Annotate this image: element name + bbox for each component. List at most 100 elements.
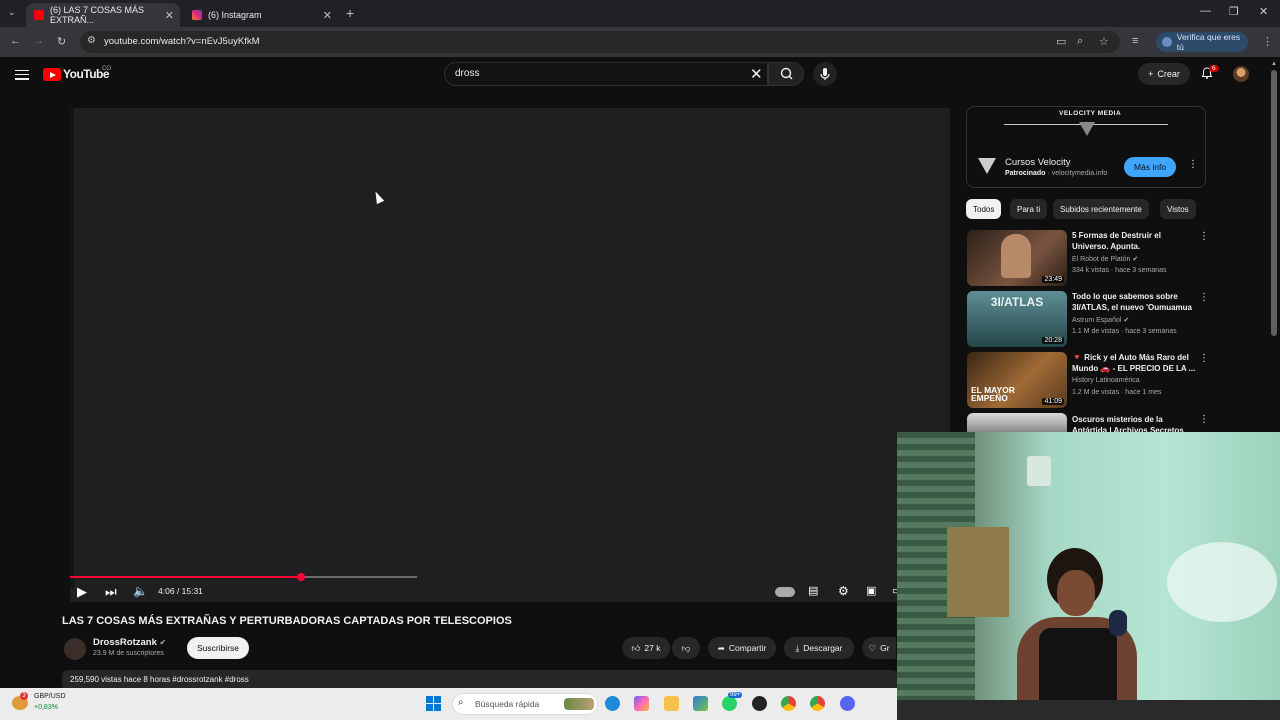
settings-gear-icon[interactable]: ⚙: [838, 584, 849, 598]
hamburger-menu-icon[interactable]: [15, 67, 29, 82]
verified-check-icon: ✔: [1123, 317, 1130, 324]
recommendation-more-icon[interactable]: ⋮: [1199, 231, 1209, 242]
search-button[interactable]: [768, 62, 804, 86]
play-icon[interactable]: ▶: [77, 584, 87, 600]
next-video-icon[interactable]: ⏭: [105, 584, 117, 600]
windows-start-icon[interactable]: [426, 696, 441, 711]
page-scrollbar[interactable]: [1271, 70, 1277, 336]
thanks-button[interactable]: ♡ Gr: [862, 637, 896, 659]
install-app-icon[interactable]: ▭: [1056, 35, 1066, 48]
youtube-logo-icon[interactable]: [43, 68, 61, 81]
stock-label[interactable]: GBP/USD: [34, 693, 66, 700]
video-description-box[interactable]: 259,590 vistas hace 8 horas #drossrotzan…: [62, 670, 898, 690]
progress-played[interactable]: [70, 576, 301, 578]
file-explorer-icon[interactable]: [664, 696, 679, 711]
recommendation-title[interactable]: Todo lo que sabemos sobre 3I/ATLAS, el n…: [1072, 291, 1196, 313]
recommendation-thumbnail[interactable]: 23:49: [967, 230, 1067, 286]
recommendation-title[interactable]: 🔻 Rick y el Auto Más Raro del Mundo 🚗 - …: [1072, 352, 1196, 374]
recommendation-channel[interactable]: Astrum Español ✔: [1072, 316, 1129, 324]
recommendation-thumbnail[interactable]: [967, 413, 1067, 432]
recommendation-title[interactable]: Oscuros misterios de la Antártida | Arch…: [1072, 414, 1196, 432]
search-query[interactable]: dross: [455, 68, 479, 79]
store-icon[interactable]: [693, 696, 708, 711]
webcam-curtain: [1167, 542, 1277, 622]
recommendation-title[interactable]: 5 Formas de Destruir el Universo. Apunta…: [1072, 230, 1196, 252]
url-text[interactable]: youtube.com/watch?v=nEvJ5uyKfkM: [104, 36, 260, 47]
miniplayer-icon[interactable]: ▣: [866, 584, 876, 597]
new-tab-icon[interactable]: +: [346, 5, 354, 21]
subtitles-icon[interactable]: ▤: [808, 584, 818, 597]
chrome-profile-icon[interactable]: [810, 696, 825, 711]
media-controls-icon[interactable]: ≡: [1132, 35, 1138, 47]
progress-scrubber[interactable]: [297, 573, 305, 581]
minimize-icon[interactable]: —: [1200, 5, 1211, 17]
edge-browser-icon[interactable]: [605, 696, 620, 711]
chrome-icon[interactable]: [781, 696, 796, 711]
share-button[interactable]: ➦ Compartir: [708, 637, 776, 659]
recommendation-more-icon[interactable]: ⋮: [1199, 353, 1209, 364]
close-tab-icon[interactable]: ✕: [165, 9, 174, 22]
subscriber-count: 23.9 M de suscriptores: [93, 650, 164, 657]
video-frame-edge: [70, 108, 74, 588]
tab-search-chevron-icon[interactable]: ⌄: [8, 7, 16, 18]
recommendation-more-icon[interactable]: ⋮: [1199, 292, 1209, 303]
dislike-button[interactable]: 👎︎: [672, 637, 700, 659]
back-icon[interactable]: ←: [10, 35, 21, 47]
volume-icon[interactable]: 🔈: [133, 584, 148, 598]
channel-avatar[interactable]: [64, 638, 86, 660]
like-button[interactable]: 👍︎ 27 k: [622, 637, 670, 659]
ad-more-info-button[interactable]: Más info: [1124, 157, 1176, 177]
create-label: Crear: [1157, 69, 1180, 79]
scroll-up-icon[interactable]: ▲: [1271, 61, 1277, 67]
ad-more-options-icon[interactable]: ⋮: [1188, 159, 1198, 170]
reload-icon[interactable]: ↻: [57, 35, 66, 48]
search-input[interactable]: [444, 62, 768, 86]
verified-check-icon: ✔: [1132, 256, 1139, 263]
recommendation-thumbnail[interactable]: EL MAYOR EMPEÑO 41:09: [967, 352, 1067, 408]
autoplay-toggle[interactable]: [775, 587, 795, 597]
profile-icon: [1162, 37, 1172, 47]
bookmark-star-icon[interactable]: ☆: [1099, 35, 1109, 48]
chip-vistos[interactable]: Vistos: [1160, 199, 1196, 219]
tab-youtube[interactable]: (6) LAS 7 COSAS MÁS EXTRAÑ... ✕: [26, 3, 180, 27]
recommendation-channel[interactable]: El Robot de Platón ✔: [1072, 255, 1138, 263]
tab-instagram[interactable]: (6) Instagram ✕: [184, 3, 338, 27]
recommendation-channel[interactable]: History Latinoamérica: [1072, 377, 1140, 384]
search-highlight-image: [564, 698, 594, 710]
instagram-favicon-icon: [192, 10, 202, 20]
site-info-icon[interactable]: ⚙: [87, 35, 96, 46]
browser-menu-icon[interactable]: ⋮: [1262, 35, 1273, 48]
ad-subtitle: Patrocinado · velocitymedia.info: [1005, 170, 1108, 177]
video-player[interactable]: [70, 108, 950, 602]
clear-search-icon[interactable]: ✕: [750, 65, 763, 83]
subscribe-button[interactable]: Suscribirse: [187, 637, 249, 659]
close-tab-icon[interactable]: ✕: [323, 9, 332, 22]
share-label: Compartir: [728, 643, 767, 653]
zoom-icon[interactable]: ⌕: [1077, 35, 1083, 48]
copilot-icon[interactable]: [634, 696, 649, 711]
voice-search-button[interactable]: [813, 62, 837, 86]
app-icon[interactable]: [752, 696, 767, 711]
advertiser-logo-icon[interactable]: [978, 158, 996, 174]
verify-identity-button[interactable]: Verifica que eres tú: [1156, 32, 1248, 52]
chip-subidos-recientemente[interactable]: Subidos recientemente: [1053, 199, 1149, 219]
chip-todos[interactable]: Todos: [966, 199, 1002, 219]
discord-icon[interactable]: [840, 696, 855, 711]
forward-icon[interactable]: →: [33, 35, 44, 47]
close-window-icon[interactable]: ✕: [1259, 5, 1268, 18]
chip-para-ti[interactable]: Para ti: [1010, 199, 1048, 219]
channel-name[interactable]: DrossRotzank ✔: [93, 637, 166, 648]
whatsapp-icon[interactable]: [722, 696, 737, 711]
recommendation-thumbnail[interactable]: 3I/ATLAS 20:28: [967, 291, 1067, 347]
create-button[interactable]: + Crear: [1138, 63, 1190, 85]
webcam-person-face: [1057, 570, 1095, 616]
stock-change: +0,83%: [34, 704, 58, 711]
download-button[interactable]: ⤓ Descargar: [784, 637, 854, 659]
ad-title[interactable]: Cursos Velocity: [1005, 157, 1070, 168]
notification-badge: 6: [1209, 65, 1219, 72]
search-icon: [780, 67, 793, 80]
account-avatar[interactable]: [1233, 66, 1249, 82]
restore-icon[interactable]: ❐: [1229, 5, 1239, 18]
recommendation-more-icon[interactable]: ⋮: [1199, 414, 1209, 425]
verify-label: Verifica que eres tú: [1176, 32, 1241, 52]
